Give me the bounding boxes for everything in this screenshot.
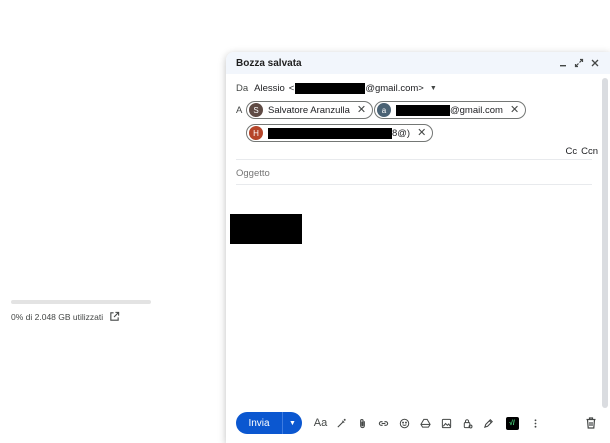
divider	[236, 184, 592, 185]
subject-input[interactable]	[236, 168, 576, 179]
redacted-body-content	[230, 214, 302, 244]
minimize-icon[interactable]	[558, 58, 568, 68]
from-name: Alessio	[254, 83, 285, 94]
compose-title: Bozza salvata	[236, 57, 302, 69]
from-lt: <	[288, 83, 295, 94]
avatar: S	[249, 103, 263, 117]
recipient-chip-1[interactable]: S Salvatore Aranzulla ✕	[246, 101, 374, 119]
scrollbar[interactable]	[602, 78, 608, 408]
magic-pen-icon[interactable]	[331, 412, 352, 434]
storage-info: 0% di 2.048 GB utilizzati	[11, 311, 120, 322]
from-email-suffix: @gmail.com>	[365, 83, 424, 94]
remove-recipient-icon[interactable]: ✕	[510, 104, 519, 116]
formatting-options-icon[interactable]: Aa	[310, 412, 331, 434]
redacted-from-email	[295, 83, 366, 94]
trash-icon[interactable]	[584, 416, 598, 430]
send-button[interactable]: Invia	[236, 412, 282, 434]
storage-text: 0% di 2.048 GB utilizzati	[11, 311, 104, 322]
storage-bar	[11, 300, 151, 304]
from-row[interactable]: Da Alessio < @gmail.com> ▼	[236, 83, 437, 94]
attach-file-icon[interactable]	[352, 412, 373, 434]
more-options-icon[interactable]	[525, 412, 546, 434]
extension-badge: √/	[505, 416, 519, 430]
expand-icon[interactable]	[574, 58, 584, 68]
cc-link[interactable]: Cc	[565, 146, 577, 157]
compose-toolbar: Invia ▼ Aa √/	[236, 412, 546, 434]
avatar: H	[249, 126, 263, 140]
chevron-down-icon[interactable]: ▼	[430, 85, 437, 92]
signature-pen-icon[interactable]	[478, 412, 499, 434]
recipient-email-suffix: @gmail.com	[450, 104, 503, 116]
remove-recipient-icon[interactable]: ✕	[357, 104, 366, 116]
emoji-icon[interactable]	[394, 412, 415, 434]
compose-window: Bozza salvata Da Alessio < @gmail.com> ▼	[226, 52, 610, 443]
send-options-chevron-icon[interactable]: ▼	[282, 412, 302, 434]
confidential-mode-icon[interactable]	[457, 412, 478, 434]
gmail-page: 0% di 2.048 GB utilizzati Bozza salvata	[0, 0, 610, 443]
format-tools: Aa √/	[310, 412, 546, 434]
avatar: a	[377, 103, 391, 117]
to-label: A	[236, 105, 243, 116]
redacted-recipient-email	[268, 127, 392, 139]
drive-icon[interactable]	[415, 412, 436, 434]
recipient-name: Salvatore Aranzulla	[268, 104, 350, 116]
recipient-chip-2[interactable]: a @gmail.com ✕	[374, 101, 527, 119]
remove-recipient-icon[interactable]: ✕	[417, 127, 426, 139]
from-label: Da	[236, 83, 249, 94]
divider	[236, 159, 592, 160]
recipient-email-suffix: 8@)	[392, 127, 411, 139]
insert-photo-icon[interactable]	[436, 412, 457, 434]
header-actions	[558, 58, 600, 68]
close-icon[interactable]	[590, 58, 600, 68]
bcc-link[interactable]: Ccn	[581, 146, 598, 157]
compose-header: Bozza salvata	[226, 52, 610, 74]
insert-link-icon[interactable]	[373, 412, 394, 434]
redacted-recipient-email	[396, 104, 450, 116]
cc-bcc-links: Cc Ccn	[565, 146, 598, 157]
recipient-chip-3[interactable]: H 8@) ✕	[246, 124, 434, 142]
external-link-icon[interactable]	[109, 311, 120, 322]
extension-icon[interactable]: √/	[499, 412, 525, 434]
